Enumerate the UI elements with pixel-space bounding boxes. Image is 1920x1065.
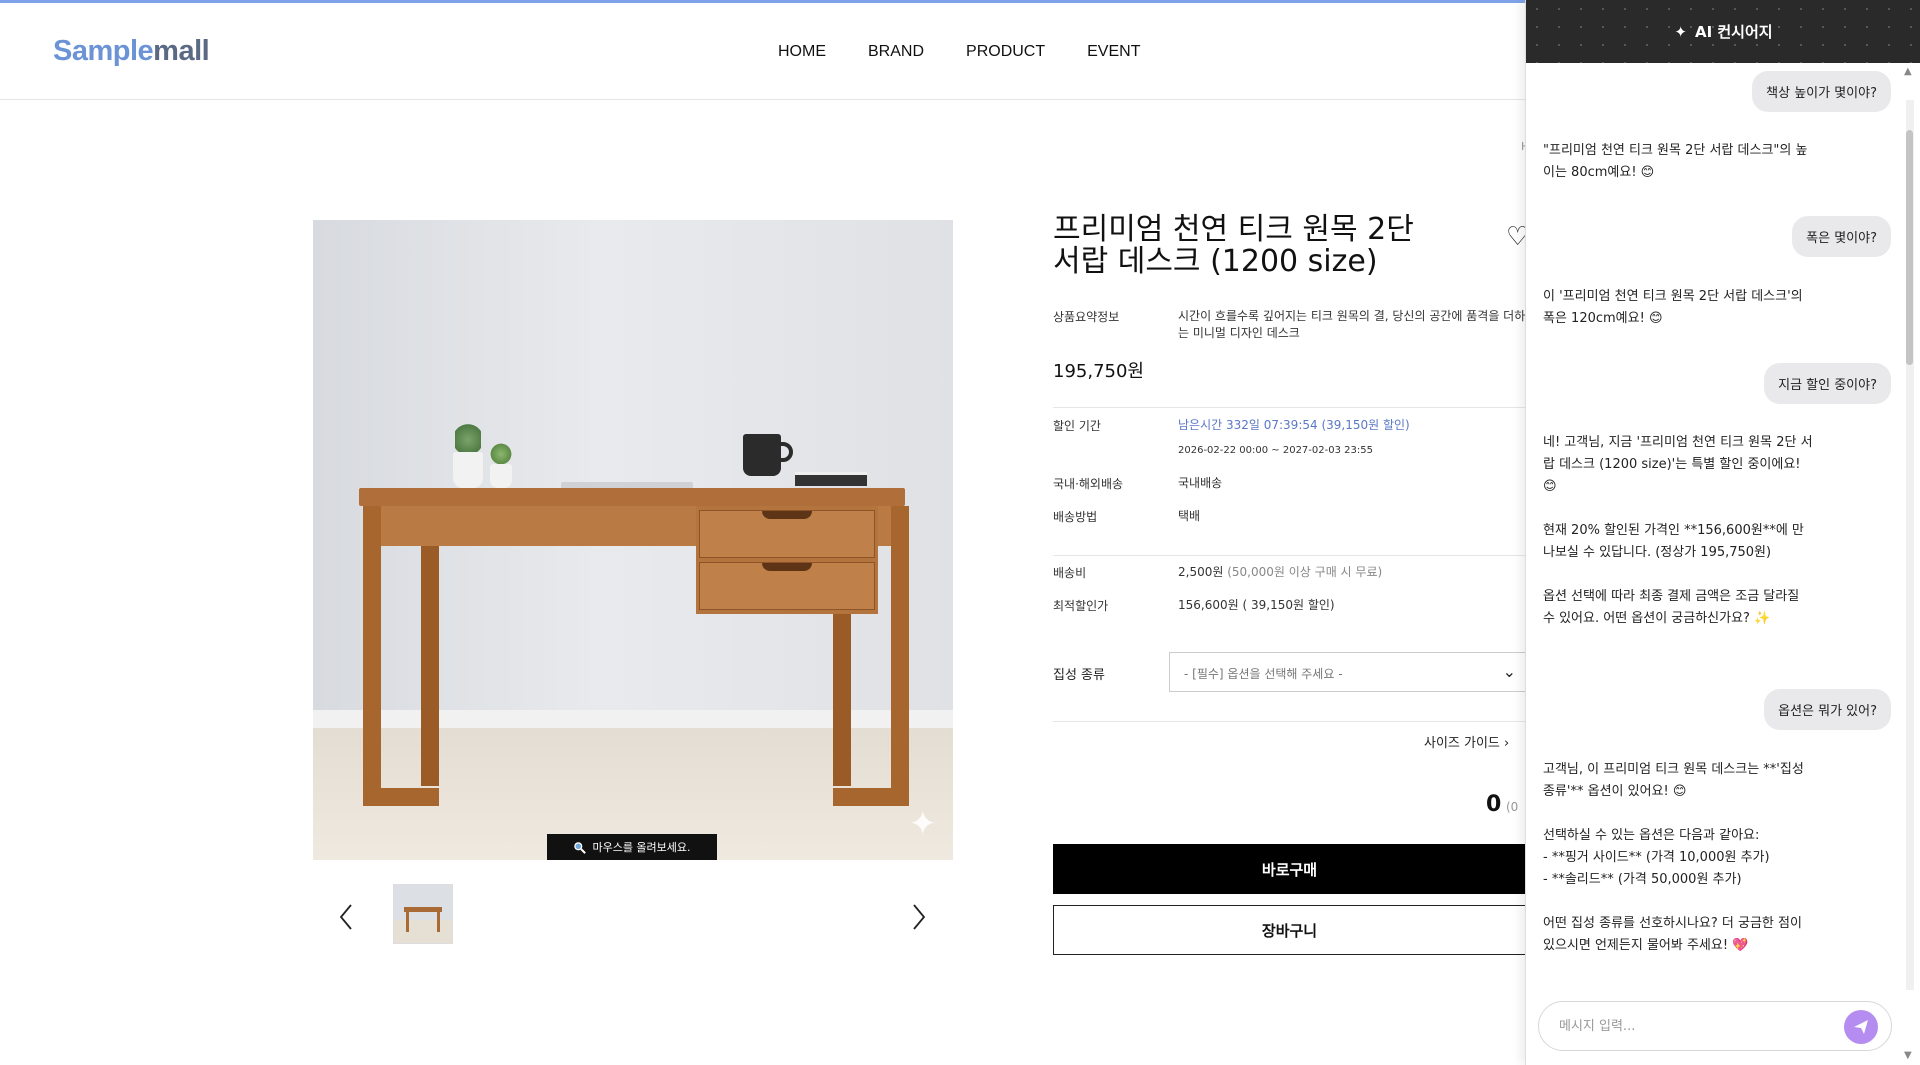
chevron-left-icon bbox=[339, 904, 352, 930]
product-thumbnail[interactable] bbox=[393, 884, 453, 944]
logo-part1: Sample bbox=[53, 35, 154, 67]
scroll-down-arrow-icon[interactable]: ▼ bbox=[1904, 1050, 1912, 1061]
sparkles-icon: ✦ bbox=[1674, 22, 1687, 41]
product-info: 프리미엄 천연 티크 원목 2단 서랍 데스크 (1200 size) bbox=[1053, 214, 1526, 278]
ship-fee-label: 배송비 bbox=[1053, 566, 1087, 580]
zoom-hint: 마우스를 올려보세요. bbox=[547, 834, 717, 860]
user-message: 책상 높이가 몇이야? bbox=[1752, 71, 1891, 112]
chat-message-input[interactable] bbox=[1538, 1001, 1892, 1051]
ship-fee-note: (50,000원 이상 구매 시 무료) bbox=[1227, 565, 1383, 579]
option-select-placeholder: - [필수] 옵션을 선택해 주세요 - bbox=[1184, 667, 1343, 681]
magnifier-icon bbox=[574, 841, 587, 854]
bot-message: 고객님, 이 프리미엄 티크 원목 데스크는 **'집성 종류'** 옵션이 있… bbox=[1543, 762, 1804, 953]
chevron-right-icon: › bbox=[1504, 736, 1510, 751]
best-price-note: ( 39,150원 할인) bbox=[1242, 598, 1335, 612]
best-price-value: 156,600원 bbox=[1178, 598, 1239, 612]
chevron-down-icon: ⌄ bbox=[1502, 662, 1516, 681]
size-guide-link[interactable]: 사이즈 가이드 › bbox=[1424, 732, 1509, 751]
best-price-label: 최적할인가 bbox=[1053, 599, 1109, 613]
buy-now-button[interactable]: 바로구매 bbox=[1053, 844, 1526, 894]
ship-type-label: 국내·해외배송 bbox=[1053, 477, 1124, 491]
ship-fee-value: 2,500원 bbox=[1178, 565, 1224, 579]
user-message: 옵션은 뭐가 있어? bbox=[1764, 689, 1891, 730]
bot-message: 네! 고객님, 지금 '프리미엄 천연 티크 원목 2단 서랍 데스크 (120… bbox=[1543, 435, 1813, 626]
ship-method-value: 택배 bbox=[1178, 509, 1201, 523]
product-title: 프리미엄 천연 티크 원목 2단 서랍 데스크 (1200 size) bbox=[1053, 212, 1414, 279]
nav-product[interactable]: PRODUCT bbox=[966, 43, 1045, 61]
zoom-hint-text: 마우스를 올려보세요. bbox=[592, 841, 691, 854]
bot-message: "프리미엄 천연 티크 원목 2단 서랍 데스크"의 높이는 80cm예요! 😊 bbox=[1543, 143, 1808, 180]
nav-brand[interactable]: BRAND bbox=[868, 43, 924, 61]
ship-type-value: 국내배송 bbox=[1178, 476, 1223, 490]
total-quantity: 0 bbox=[1486, 792, 1502, 817]
discount-label: 할인 기간 bbox=[1053, 419, 1101, 433]
site-logo[interactable]: Samplemall bbox=[53, 35, 210, 68]
total-quantity-sub: (0 bbox=[1506, 800, 1519, 814]
product-price: 195,750원 bbox=[1053, 361, 1144, 382]
option-select[interactable]: - [필수] 옵션을 선택해 주세요 - ⌄ bbox=[1169, 652, 1529, 692]
ai-concierge-panel: ✦ AI 컨시어지 책상 높이가 몇이야? "프리미엄 천연 티크 원목 2단 … bbox=[1525, 0, 1920, 1065]
logo-part2: mall bbox=[153, 35, 210, 67]
discount-period: 2026-02-22 00:00 ~ 2027-02-03 23:55 bbox=[1178, 445, 1373, 456]
product-main-image[interactable]: ✦ bbox=[313, 220, 953, 860]
send-icon bbox=[1854, 1020, 1868, 1034]
user-message: 폭은 몇이야? bbox=[1792, 216, 1891, 257]
option-row: 집성 종류 - [필수] 옵션을 선택해 주세요 - ⌄ bbox=[1053, 652, 1529, 692]
chat-header: ✦ AI 컨시어지 bbox=[1526, 0, 1920, 63]
user-message: 지금 할인 중이야? bbox=[1764, 363, 1891, 404]
option-label: 집성 종류 bbox=[1053, 668, 1105, 683]
chat-messages: 책상 높이가 몇이야? "프리미엄 천연 티크 원목 2단 서랍 데스크"의 높… bbox=[1526, 63, 1901, 993]
chat-title: AI 컨시어지 bbox=[1694, 23, 1773, 41]
scroll-up-arrow-icon[interactable]: ▲ bbox=[1904, 66, 1912, 77]
bot-message: 이 '프리미엄 천연 티크 원목 2단 서랍 데스크'의 폭은 120cm예요!… bbox=[1543, 289, 1803, 326]
main-nav: HOME BRAND PRODUCT EVENT bbox=[778, 43, 1140, 61]
gallery-prev-button[interactable] bbox=[331, 900, 361, 934]
size-guide-label: 사이즈 가이드 bbox=[1424, 736, 1500, 751]
chat-scrollbar-thumb[interactable] bbox=[1906, 130, 1913, 365]
discount-remaining: 남은시간 332일 07:39:54 (39,150원 할인) bbox=[1178, 418, 1410, 432]
nav-home[interactable]: HOME bbox=[778, 43, 826, 61]
send-button[interactable] bbox=[1844, 1010, 1878, 1044]
add-to-cart-button[interactable]: 장바구니 bbox=[1053, 905, 1526, 955]
gallery-next-button[interactable] bbox=[904, 900, 934, 934]
nav-event[interactable]: EVENT bbox=[1087, 43, 1140, 61]
summary-text: 시간이 흐를수록 깊어지는 티크 원목의 결, 당신의 공간에 품격을 더하는 … bbox=[1178, 309, 1526, 340]
chevron-right-icon bbox=[913, 904, 926, 930]
sparkle-icon: ✦ bbox=[908, 804, 938, 844]
summary-label: 상품요약정보 bbox=[1053, 310, 1120, 324]
ship-method-label: 배송방법 bbox=[1053, 510, 1098, 524]
